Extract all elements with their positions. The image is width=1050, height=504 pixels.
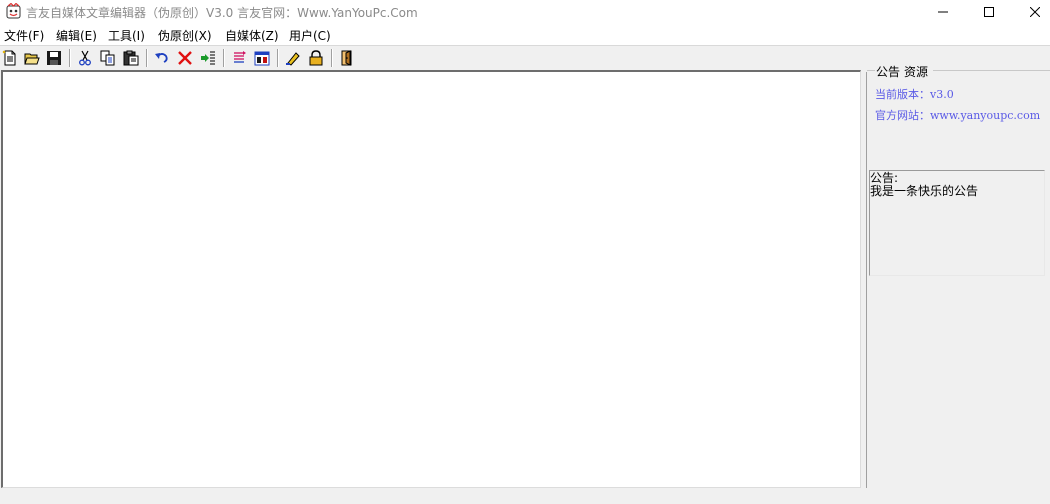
maximize-button[interactable] [966, 0, 1012, 24]
list-icon [234, 51, 246, 63]
version-label: 当前版本：v3.0 [875, 88, 954, 101]
close-button[interactable] [1012, 0, 1050, 24]
undo-icon [155, 53, 168, 63]
title-bar: 言友自媒体文章编辑器（伪原创）V3.0 言友官网：Www.YanYouPc.Co… [0, 0, 1050, 24]
lock-icon [309, 50, 323, 66]
calendar-icon [254, 51, 270, 66]
menu-edit[interactable]: 编辑(E) [56, 27, 97, 44]
minimize-button[interactable] [920, 0, 966, 24]
paste-icon [123, 50, 139, 66]
toolbar-separator [277, 49, 278, 67]
menu-pseudo-original[interactable]: 伪原创(X) [158, 27, 212, 44]
window-title: 言友自媒体文章编辑器（伪原创）V3.0 言友官网：Www.YanYouPc.Co… [26, 6, 418, 20]
side-tabs: 公告 资源 [875, 63, 934, 80]
cut-button[interactable] [75, 49, 95, 67]
edit-button[interactable] [283, 49, 303, 67]
lock-button[interactable] [306, 49, 326, 67]
app-logo-icon [5, 2, 22, 20]
article-editor[interactable] [1, 70, 861, 488]
minimize-icon [938, 11, 948, 13]
insert-button[interactable] [198, 49, 218, 67]
list-button[interactable] [229, 49, 249, 67]
toolbar-separator [331, 49, 332, 67]
cut-icon [79, 50, 91, 66]
new-file-button[interactable] [0, 49, 20, 67]
menu-user[interactable]: 用户(C) [289, 27, 331, 44]
calendar-button[interactable] [252, 49, 272, 67]
menu-bar: 文件(F) 编辑(E) 工具(I) 伪原创(X) 自媒体(Z) 用户(C) [0, 24, 1050, 46]
close-icon [1030, 7, 1040, 17]
tab-notice[interactable]: 公告 [876, 63, 900, 80]
new-file-icon [2, 50, 16, 66]
open-button[interactable] [22, 49, 42, 67]
toolbar-separator [69, 49, 70, 67]
delete-icon [178, 51, 192, 65]
copy-icon [100, 50, 115, 66]
toolbar-separator [146, 49, 147, 67]
exit-button[interactable] [337, 49, 357, 67]
side-panel: 公告 资源 当前版本：v3.0 官方网站：www.yanyoupc.com [866, 63, 1050, 488]
insert-icon [201, 51, 215, 65]
open-folder-icon [24, 53, 40, 65]
delete-button[interactable] [175, 49, 195, 67]
undo-button[interactable] [152, 49, 172, 67]
tab-resources[interactable]: 资源 [904, 63, 928, 80]
notice-body: 我是一条快乐的公告 [870, 184, 979, 198]
edit-icon [286, 52, 300, 66]
exit-icon [341, 50, 352, 66]
menu-self-media[interactable]: 自媒体(Z) [225, 27, 279, 44]
menu-file[interactable]: 文件(F) [4, 27, 44, 44]
save-button[interactable] [44, 49, 64, 67]
save-icon [47, 51, 61, 65]
menu-tools[interactable]: 工具(I) [108, 27, 145, 44]
maximize-icon [984, 7, 994, 17]
official-site-link[interactable]: 官方网站：www.yanyoupc.com [875, 107, 1040, 123]
copy-button[interactable] [98, 49, 118, 67]
notice-box[interactable]: 公告: 我是一条快乐的公告 [869, 170, 1045, 276]
paste-button[interactable] [121, 49, 141, 67]
toolbar-separator [223, 49, 224, 67]
